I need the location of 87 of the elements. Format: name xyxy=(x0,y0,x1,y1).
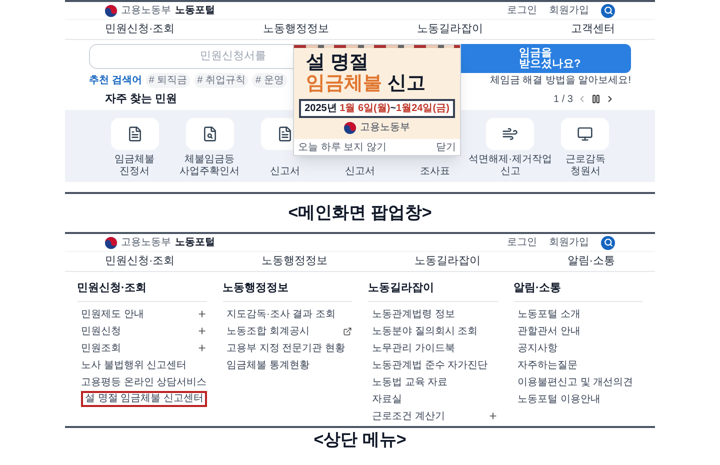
service-tile[interactable] xyxy=(110,118,159,150)
menu-link[interactable]: 고용평등 온라인 상담서비스 xyxy=(81,374,207,390)
service-label: 석면해제·제거작업 xyxy=(468,154,552,166)
service-label: 임금체불 xyxy=(114,154,155,166)
close-link[interactable]: 닫기 xyxy=(436,140,456,154)
nav-menu-item[interactable]: 민원신청·조회 xyxy=(105,21,175,38)
keyword-tag[interactable]: # 퇴직금 xyxy=(146,73,190,88)
menu-link[interactable]: 관할관서 안내 xyxy=(518,324,580,338)
nav-menu-item[interactable]: 노동행정정보 xyxy=(262,21,329,38)
login-link[interactable]: 로그인 xyxy=(507,235,537,250)
menu-link[interactable]: 노동조합 회계공시 xyxy=(226,324,310,338)
menu-link[interactable]: 민원조회 xyxy=(81,340,121,356)
search-button[interactable] xyxy=(601,4,615,18)
keyword-tag[interactable]: # 운영 xyxy=(252,73,287,88)
service-label: 조사표 xyxy=(420,166,450,178)
menu-link[interactable]: 노동포털 소개 xyxy=(518,306,580,322)
nav-menu-item[interactable]: 노동행정정보 xyxy=(262,253,328,270)
signup-link[interactable]: 회원가입 xyxy=(549,235,589,250)
service-tile[interactable] xyxy=(561,118,610,150)
emblem-icon xyxy=(344,122,356,134)
logo-portal-text: 노동포털 xyxy=(175,236,215,250)
plus-icon[interactable] xyxy=(196,343,206,353)
menu-column-title: 노동행정정보 xyxy=(222,280,352,302)
menu-link[interactable]: 민원제도 안내 xyxy=(81,306,144,322)
menu-link[interactable]: 자주하는질문 xyxy=(518,358,578,372)
search-button[interactable] xyxy=(601,236,615,250)
dismiss-today-link[interactable]: 오늘 하루 보지 않기 xyxy=(298,140,386,154)
menu-link[interactable]: 이용불편신고 및 개선의견 xyxy=(518,374,634,390)
service-label: 체불임금등 xyxy=(184,154,235,166)
carousel-pager: 1 / 3 xyxy=(554,92,573,106)
banner-headline: 임금을 xyxy=(519,48,553,58)
search-icon xyxy=(604,238,612,247)
menu-link[interactable]: 노동관계법령 정보 xyxy=(372,306,455,322)
plus-icon[interactable] xyxy=(488,411,498,421)
menu-link[interactable]: 지도감독·조사 결과 조회 xyxy=(226,306,336,322)
emblem-icon xyxy=(105,4,117,16)
banner-headline: 받으셨나요? xyxy=(519,58,582,70)
service-label: 신고 xyxy=(500,166,520,178)
caption: <상단 메뉴> xyxy=(314,429,406,451)
menu-link[interactable]: 노무관리 가이드북 xyxy=(372,340,455,356)
keyword-tag[interactable]: # 취업규칙 xyxy=(194,73,248,88)
menu-link[interactable]: 근로조건 계산기 xyxy=(372,408,445,424)
menu-link[interactable]: 노동법 교육 자료 xyxy=(372,374,448,390)
signup-link[interactable]: 회원가입 xyxy=(549,3,589,18)
nav-menu-item[interactable]: 노동길라잡이 xyxy=(416,21,483,38)
section-title: 자주 찾는 민원 xyxy=(105,92,178,107)
menu-column-title: 알림·소통 xyxy=(514,280,643,302)
emblem-icon xyxy=(105,236,117,248)
menu-link[interactable]: 노동관계법 준수 자가진단 xyxy=(372,358,488,372)
menu-link[interactable]: 고용부 지정 전문기관 현황 xyxy=(226,340,345,356)
nav-menu-item[interactable]: 민원신청·조회 xyxy=(105,253,175,270)
logo-portal-text: 노동포털 xyxy=(175,4,215,18)
service-label: 사업주확인서 xyxy=(180,166,240,178)
menu-link[interactable]: 자료실 xyxy=(372,392,402,406)
menu-column-title: 노동길라잡이 xyxy=(368,280,498,302)
service-tile[interactable] xyxy=(186,118,234,150)
service-label: 청원서 xyxy=(570,166,600,178)
login-link[interactable]: 로그인 xyxy=(507,3,537,18)
menu-link[interactable]: 노동포털 이용안내 xyxy=(518,392,600,406)
menu-link[interactable]: 설 명절 임금체불 신고센터 xyxy=(81,391,208,407)
menu-link[interactable]: 임금체불 통계현황 xyxy=(226,358,310,372)
pause-icon[interactable] xyxy=(591,94,601,104)
plus-icon[interactable] xyxy=(196,309,206,319)
menu-link[interactable]: 민원신청 xyxy=(81,324,121,338)
caption: <메인화면 팝업창> xyxy=(288,202,432,224)
banner-subtitle: 체임금 해결 방법을 알아보세요! xyxy=(488,74,631,88)
plus-icon[interactable] xyxy=(196,326,206,336)
menu-column-title: 민원신청·조회 xyxy=(77,280,206,302)
logo-ministry-text: 고용노동부 xyxy=(121,236,171,250)
service-label: 신고서 xyxy=(270,166,300,178)
ministry-logo-text: 고용노동부 xyxy=(360,121,410,135)
logo-ministry-text: 고용노동부 xyxy=(121,4,171,18)
external-link-icon xyxy=(343,326,352,336)
service-label: 진정서 xyxy=(120,166,150,178)
nav-menu-item[interactable]: 알림·소통 xyxy=(567,253,615,270)
service-label: 신고서 xyxy=(344,166,375,178)
menu-link[interactable]: 노동분야 질의회시 조회 xyxy=(372,324,478,338)
recommended-label: 추천 검색어 xyxy=(89,74,142,88)
service-label: 근로감독 xyxy=(565,154,606,166)
search-icon xyxy=(604,6,612,15)
menu-link[interactable]: 노사 불법행위 신고센터 xyxy=(81,358,187,372)
nav-menu-item[interactable]: 노동길라잡이 xyxy=(414,253,480,270)
nav-menu-item[interactable]: 고객센터 xyxy=(571,21,615,38)
popup-title: 임금체불 신고 xyxy=(305,73,426,95)
menu-link[interactable]: 공지사항 xyxy=(518,340,558,356)
date-box: 2025년 1월 6일(월)~1월24일(금) xyxy=(298,99,456,118)
service-tile[interactable] xyxy=(486,118,534,150)
